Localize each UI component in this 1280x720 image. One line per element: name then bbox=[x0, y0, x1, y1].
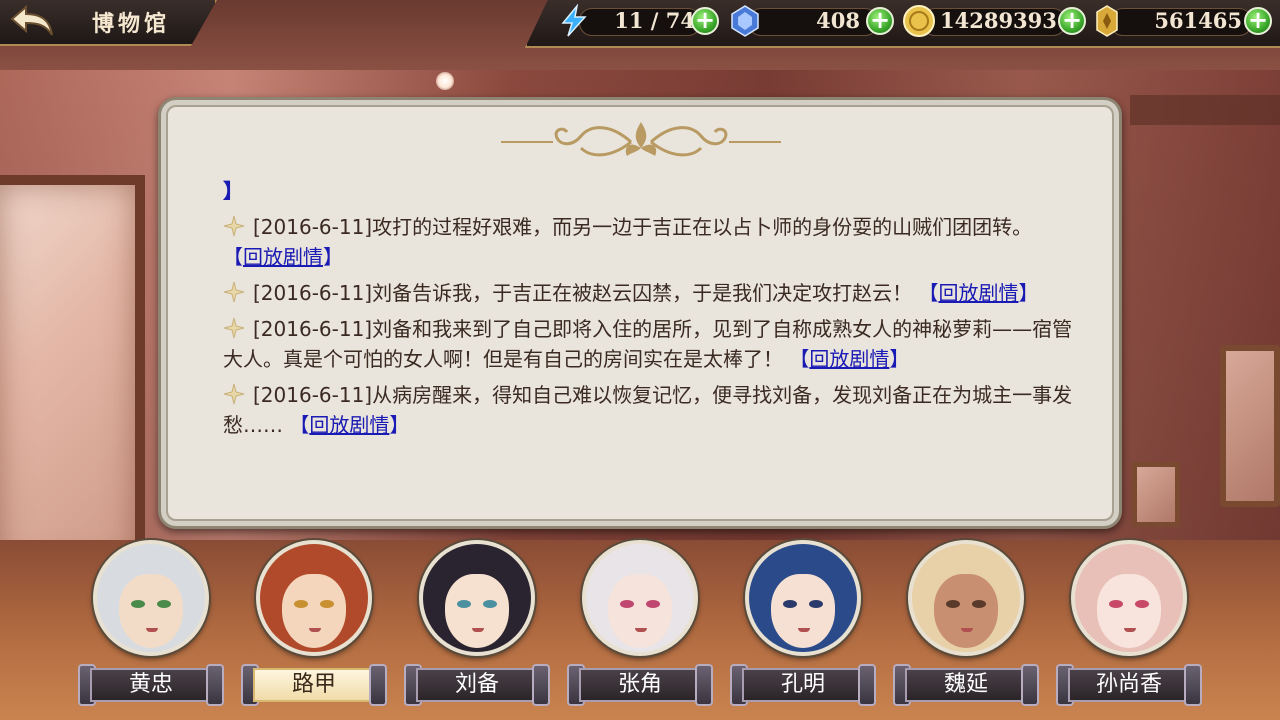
add-stamina-button[interactable]: + bbox=[691, 7, 719, 35]
character-name: 孔明 bbox=[780, 672, 825, 697]
back-arrow-icon bbox=[10, 4, 53, 36]
character-nameplate[interactable]: 张角 bbox=[567, 664, 713, 706]
portrait-eye bbox=[131, 600, 145, 608]
log-entry-text: [2016-6-11]刘备和我来到了自己即将入住的居所，见到了自称成熟女人的神秘… bbox=[223, 317, 1073, 371]
character-portrait[interactable] bbox=[93, 540, 209, 656]
character-portrait[interactable] bbox=[908, 540, 1024, 656]
portrait-face bbox=[119, 574, 183, 648]
character-nameplate[interactable]: 魏延 bbox=[893, 664, 1039, 706]
resource-token: 561465 + bbox=[1092, 5, 1278, 37]
character-card[interactable]: 路甲 bbox=[241, 540, 391, 720]
character-nameplate[interactable]: 黄忠 bbox=[78, 664, 224, 706]
log-entry-text: [2016-6-11]攻打的过程好艰难，而另一边于吉正在以占卜师的身份耍的山贼们… bbox=[253, 215, 1033, 239]
portrait-face bbox=[771, 574, 835, 648]
portrait-eye bbox=[646, 600, 660, 608]
portrait-eye bbox=[809, 600, 823, 608]
replay-story-label[interactable]: 回放剧情 bbox=[309, 413, 389, 437]
ornament-flourish-icon bbox=[501, 122, 781, 157]
ceiling-lamp bbox=[436, 72, 454, 90]
ceiling-beam bbox=[1130, 95, 1280, 125]
blue-gem-icon bbox=[731, 5, 759, 37]
gold-coin-icon bbox=[903, 5, 935, 37]
portrait-eye bbox=[157, 600, 171, 608]
character-name: 路甲 bbox=[291, 672, 336, 697]
exhibit-case-left bbox=[0, 175, 145, 575]
character-card[interactable]: 刘备 bbox=[404, 540, 554, 720]
page-title: 博物馆 bbox=[92, 11, 171, 37]
character-portrait[interactable] bbox=[256, 540, 372, 656]
log-fragment-text: 】 bbox=[223, 179, 243, 203]
character-card[interactable]: 孙尚香 bbox=[1056, 540, 1206, 720]
character-nameplate[interactable]: 孙尚香 bbox=[1056, 664, 1202, 706]
portrait-eye bbox=[294, 600, 308, 608]
replay-story-label[interactable]: 回放剧情 bbox=[243, 245, 323, 269]
character-nameplate[interactable]: 孔明 bbox=[730, 664, 876, 706]
add-gem-button[interactable]: + bbox=[866, 7, 894, 35]
back-button[interactable] bbox=[6, 3, 58, 41]
portrait-face bbox=[282, 574, 346, 648]
lightning-icon bbox=[561, 4, 587, 37]
portrait-face bbox=[445, 574, 509, 648]
portrait-eye bbox=[783, 600, 797, 608]
portrait-eye bbox=[483, 600, 497, 608]
star-bullet-icon bbox=[223, 317, 245, 339]
top-bar: 博物馆 11 / 74 + 408 + 14289393 + 561465 + bbox=[0, 0, 1280, 48]
portrait-face bbox=[608, 574, 672, 648]
stamina-value: 11 / 74 bbox=[614, 8, 695, 33]
character-nameplate[interactable]: 路甲 bbox=[241, 664, 387, 706]
portrait-eye bbox=[946, 600, 960, 608]
token-value: 561465 bbox=[1154, 8, 1242, 33]
log-fragment: 】 bbox=[223, 176, 1073, 206]
star-bullet-icon bbox=[223, 281, 245, 303]
log-entry: [2016-6-11]攻打的过程好艰难，而另一边于吉正在以占卜师的身份耍的山贼们… bbox=[223, 212, 1073, 272]
character-roster: 黄忠 路甲 刘备 张角 孔明 魏延 孙尚香 bbox=[0, 540, 1280, 720]
gem-value: 408 bbox=[816, 8, 860, 33]
character-name: 张角 bbox=[617, 672, 662, 697]
character-name: 魏延 bbox=[943, 672, 988, 697]
character-card[interactable]: 魏延 bbox=[893, 540, 1043, 720]
character-name: 孙尚香 bbox=[1095, 672, 1162, 697]
character-portrait[interactable] bbox=[582, 540, 698, 656]
resource-stamina: 11 / 74 + bbox=[555, 4, 725, 37]
resource-coin: 14289393 + bbox=[902, 5, 1092, 37]
replay-story-link[interactable]: 【回放剧情】 bbox=[223, 245, 343, 269]
log-entry: [2016-6-11]刘备告诉我，于吉正在被赵云囚禁，于是我们决定攻打赵云！ 【… bbox=[223, 278, 1073, 308]
gold-token-icon bbox=[1096, 5, 1118, 37]
replay-story-label[interactable]: 回放剧情 bbox=[809, 347, 889, 371]
portrait-eye bbox=[1135, 600, 1149, 608]
story-log: 】 [2016-6-11]攻打的过程好艰难，而另一边于吉正在以占卜师的身份耍的山… bbox=[223, 176, 1073, 446]
character-card[interactable]: 孔明 bbox=[730, 540, 880, 720]
star-bullet-icon bbox=[223, 383, 245, 405]
character-portrait[interactable] bbox=[1071, 540, 1187, 656]
wall-painting-small bbox=[1132, 462, 1180, 527]
character-portrait[interactable] bbox=[745, 540, 861, 656]
portrait-face bbox=[934, 574, 998, 648]
portrait-eye bbox=[972, 600, 986, 608]
log-entry: [2016-6-11]从病房醒来，得知自己难以恢复记忆，便寻找刘备，发现刘备正在… bbox=[223, 380, 1073, 440]
replay-story-link[interactable]: 【回放剧情】 bbox=[918, 281, 1038, 305]
character-nameplate[interactable]: 刘备 bbox=[404, 664, 550, 706]
character-portrait[interactable] bbox=[419, 540, 535, 656]
add-coin-button[interactable]: + bbox=[1058, 7, 1086, 35]
character-name: 黄忠 bbox=[128, 672, 173, 697]
replay-story-link[interactable]: 【回放剧情】 bbox=[289, 413, 409, 437]
story-log-panel: 】 [2016-6-11]攻打的过程好艰难，而另一边于吉正在以占卜师的身份耍的山… bbox=[158, 97, 1122, 529]
character-card[interactable]: 张角 bbox=[567, 540, 717, 720]
portrait-face bbox=[1097, 574, 1161, 648]
add-token-button[interactable]: + bbox=[1244, 7, 1272, 35]
character-card[interactable]: 黄忠 bbox=[78, 540, 228, 720]
character-name: 刘备 bbox=[454, 672, 499, 697]
log-entry: [2016-6-11]刘备和我来到了自己即将入住的居所，见到了自称成熟女人的神秘… bbox=[223, 314, 1073, 374]
portrait-eye bbox=[620, 600, 634, 608]
replay-story-link[interactable]: 【回放剧情】 bbox=[789, 347, 909, 371]
portrait-eye bbox=[1109, 600, 1123, 608]
coin-value: 14289393 bbox=[940, 8, 1057, 33]
portrait-eye bbox=[320, 600, 334, 608]
log-entry-text: [2016-6-11]刘备告诉我，于吉正在被赵云囚禁，于是我们决定攻打赵云！ bbox=[253, 281, 913, 305]
resource-gem: 408 + bbox=[728, 5, 898, 37]
wall-painting-right bbox=[1220, 345, 1280, 507]
replay-story-label[interactable]: 回放剧情 bbox=[938, 281, 1018, 305]
star-bullet-icon bbox=[223, 215, 245, 237]
portrait-eye bbox=[457, 600, 471, 608]
